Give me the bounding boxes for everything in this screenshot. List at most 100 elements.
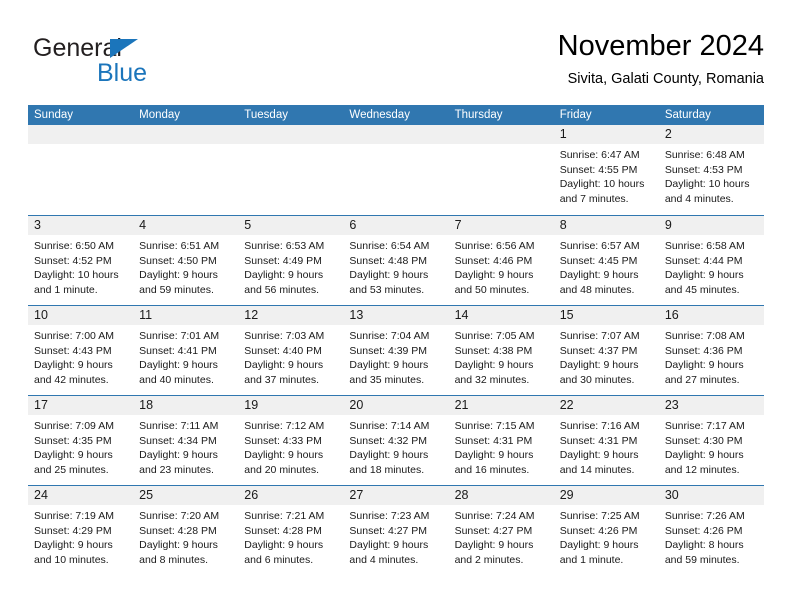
calendar-day-cell[interactable]: 14 Sunrise: 7:05 AM Sunset: 4:38 PM Dayligh… xyxy=(448,306,554,395)
day-number: 11 xyxy=(133,306,239,325)
calendar-day-cell[interactable]: 16 Sunrise: 7:08 AM Sunset: 4:36 PM Dayligh… xyxy=(658,306,764,395)
day-number: 5 xyxy=(238,216,344,235)
calendar-day-cell[interactable]: 20 Sunrise: 7:14 AM Sunset: 4:32 PM Dayligh… xyxy=(343,396,449,485)
calendar-day-cell[interactable]: 21 Sunrise: 7:15 AM Sunset: 4:31 PM Dayligh… xyxy=(448,396,554,485)
calendar-week-row: 17 Sunrise: 7:09 AM Sunset: 4:35 PM Dayligh… xyxy=(28,395,764,485)
sunset-text: Sunset: 4:55 PM xyxy=(559,163,638,176)
day-sun-info: Sunrise: 7:04 AM Sunset: 4:39 PM Daylight:… xyxy=(343,325,448,387)
day-number: 24 xyxy=(28,486,134,505)
calendar-day-cell[interactable]: 15 Sunrise: 7:07 AM Sunset: 4:37 PM Dayligh… xyxy=(553,306,659,395)
day-number: 30 xyxy=(658,486,764,505)
daylight-text: Daylight: 9 hours and 42 minutes. xyxy=(34,359,113,386)
calendar-day-cell[interactable]: 28 Sunrise: 7:24 AM Sunset: 4:27 PM Dayligh… xyxy=(448,486,554,575)
sunset-text: Sunset: 4:32 PM xyxy=(349,434,428,447)
day-sun-info: Sunrise: 7:21 AM Sunset: 4:28 PM Daylight:… xyxy=(238,505,343,567)
general-blue-logo[interactable]: General Blue xyxy=(33,34,243,92)
calendar-day-cell[interactable]: 5 Sunrise: 6:53 AM Sunset: 4:49 PM Daylight… xyxy=(238,216,344,305)
sunrise-text: Sunrise: 7:14 AM xyxy=(349,420,430,432)
calendar-day-cell[interactable]: 10 Sunrise: 7:00 AM Sunset: 4:43 PM Dayligh… xyxy=(28,306,134,395)
daylight-text: Daylight: 9 hours and 56 minutes. xyxy=(244,269,324,296)
sunrise-text: Sunrise: 6:51 AM xyxy=(139,240,220,252)
sunset-text: Sunset: 4:34 PM xyxy=(139,434,217,447)
page-title: November 2024 xyxy=(557,30,764,62)
sunrise-text: Sunrise: 7:20 AM xyxy=(139,510,220,522)
calendar-day-cell[interactable]: 2 Sunrise: 6:48 AM Sunset: 4:53 PM Daylight… xyxy=(658,125,764,215)
day-number: 6 xyxy=(343,216,449,235)
sunset-text: Sunset: 4:49 PM xyxy=(244,254,322,267)
day-number: 13 xyxy=(343,306,449,325)
day-number: 7 xyxy=(448,216,554,235)
sunrise-text: Sunrise: 7:00 AM xyxy=(34,330,114,342)
daylight-text: Daylight: 9 hours and 45 minutes. xyxy=(664,269,744,296)
day-number xyxy=(238,125,344,144)
calendar-day-cell[interactable]: 29 Sunrise: 7:25 AM Sunset: 4:26 PM Dayligh… xyxy=(553,486,659,575)
day-number: 23 xyxy=(658,396,764,415)
day-sun-info: Sunrise: 7:14 AM Sunset: 4:32 PM Daylight:… xyxy=(343,415,448,477)
day-sun-info: Sunrise: 6:54 AM Sunset: 4:48 PM Daylight:… xyxy=(343,235,448,297)
sunrise-text: Sunrise: 6:57 AM xyxy=(559,240,640,252)
calendar-day-cell[interactable]: 12 Sunrise: 7:03 AM Sunset: 4:40 PM Dayligh… xyxy=(238,306,344,395)
sunrise-text: Sunrise: 7:07 AM xyxy=(559,330,640,342)
day-number: 9 xyxy=(658,216,764,235)
day-sun-info: Sunrise: 7:00 AM Sunset: 4:43 PM Daylight:… xyxy=(28,325,133,387)
day-number: 2 xyxy=(658,125,764,144)
sunset-text: Sunset: 4:27 PM xyxy=(349,524,428,537)
day-sun-info: Sunrise: 7:20 AM Sunset: 4:28 PM Daylight:… xyxy=(133,505,238,567)
day-number: 29 xyxy=(553,486,659,505)
daylight-text: Daylight: 9 hours and 16 minutes. xyxy=(454,449,534,476)
sunset-text: Sunset: 4:40 PM xyxy=(244,344,322,357)
calendar-day-cell[interactable]: 6 Sunrise: 6:54 AM Sunset: 4:48 PM Daylight… xyxy=(343,216,449,305)
day-sun-info: Sunrise: 6:51 AM Sunset: 4:50 PM Daylight:… xyxy=(133,235,238,297)
day-number: 14 xyxy=(448,306,554,325)
sunset-text: Sunset: 4:26 PM xyxy=(559,524,638,537)
calendar-day-cell[interactable]: 13 Sunrise: 7:04 AM Sunset: 4:39 PM Dayligh… xyxy=(343,306,449,395)
sunset-text: Sunset: 4:36 PM xyxy=(664,344,743,357)
sunset-text: Sunset: 4:48 PM xyxy=(349,254,428,267)
daylight-text: Daylight: 9 hours and 23 minutes. xyxy=(139,449,218,476)
calendar-day-cell[interactable]: 7 Sunrise: 6:56 AM Sunset: 4:46 PM Daylight… xyxy=(448,216,554,305)
day-sun-info: Sunrise: 7:09 AM Sunset: 4:35 PM Daylight:… xyxy=(28,415,133,477)
calendar-day-cell[interactable]: 30 Sunrise: 7:26 AM Sunset: 4:26 PM Dayligh… xyxy=(658,486,764,575)
calendar-day-cell[interactable]: 4 Sunrise: 6:51 AM Sunset: 4:50 PM Daylight… xyxy=(133,216,239,305)
calendar-day-cell[interactable]: 24 Sunrise: 7:19 AM Sunset: 4:29 PM Dayligh… xyxy=(28,486,134,575)
daylight-text: Daylight: 9 hours and 10 minutes. xyxy=(34,539,113,566)
daylight-text: Daylight: 9 hours and 6 minutes. xyxy=(244,539,324,566)
sunset-text: Sunset: 4:38 PM xyxy=(454,344,533,357)
calendar-day-cell[interactable]: 9 Sunrise: 6:58 AM Sunset: 4:44 PM Daylight… xyxy=(658,216,764,305)
calendar-day-cell[interactable]: 22 Sunrise: 7:16 AM Sunset: 4:31 PM Dayligh… xyxy=(553,396,659,485)
day-sun-info: Sunrise: 7:03 AM Sunset: 4:40 PM Daylight:… xyxy=(238,325,343,387)
sunset-text: Sunset: 4:35 PM xyxy=(34,434,112,447)
day-number: 3 xyxy=(28,216,134,235)
sunset-text: Sunset: 4:33 PM xyxy=(244,434,322,447)
sunrise-text: Sunrise: 7:21 AM xyxy=(244,510,325,522)
daylight-text: Daylight: 9 hours and 37 minutes. xyxy=(244,359,324,386)
sunset-text: Sunset: 4:46 PM xyxy=(454,254,533,267)
calendar-day-cell[interactable]: 3 Sunrise: 6:50 AM Sunset: 4:52 PM Daylight… xyxy=(28,216,134,305)
weekday-header-friday: Friday xyxy=(559,109,592,121)
calendar-day-cell[interactable]: 17 Sunrise: 7:09 AM Sunset: 4:35 PM Dayligh… xyxy=(28,396,134,485)
calendar-day-cell-empty xyxy=(133,125,239,215)
day-sun-info: Sunrise: 6:56 AM Sunset: 4:46 PM Daylight:… xyxy=(449,235,554,297)
calendar-day-cell[interactable]: 11 Sunrise: 7:01 AM Sunset: 4:41 PM Dayligh… xyxy=(133,306,239,395)
calendar-day-cell[interactable]: 27 Sunrise: 7:23 AM Sunset: 4:27 PM Dayligh… xyxy=(343,486,449,575)
sunset-text: Sunset: 4:39 PM xyxy=(349,344,428,357)
calendar-day-cell[interactable]: 1 Sunrise: 6:47 AM Sunset: 4:55 PM Daylight… xyxy=(553,125,659,215)
daylight-text: Daylight: 9 hours and 12 minutes. xyxy=(664,449,744,476)
sunset-text: Sunset: 4:41 PM xyxy=(139,344,217,357)
sunrise-text: Sunrise: 7:23 AM xyxy=(349,510,430,522)
day-sun-info: Sunrise: 6:57 AM Sunset: 4:45 PM Daylight:… xyxy=(554,235,659,297)
calendar-day-cell[interactable]: 25 Sunrise: 7:20 AM Sunset: 4:28 PM Dayligh… xyxy=(133,486,239,575)
sunset-text: Sunset: 4:30 PM xyxy=(664,434,743,447)
calendar-day-cell[interactable]: 26 Sunrise: 7:21 AM Sunset: 4:28 PM Dayligh… xyxy=(238,486,344,575)
calendar-day-cell[interactable]: 19 Sunrise: 7:12 AM Sunset: 4:33 PM Dayligh… xyxy=(238,396,344,485)
day-sun-info: Sunrise: 6:47 AM Sunset: 4:55 PM Daylight:… xyxy=(554,144,659,206)
daylight-text: Daylight: 9 hours and 18 minutes. xyxy=(349,449,429,476)
calendar-day-cell[interactable]: 8 Sunrise: 6:57 AM Sunset: 4:45 PM Daylight… xyxy=(553,216,659,305)
calendar-day-cell[interactable]: 23 Sunrise: 7:17 AM Sunset: 4:30 PM Dayligh… xyxy=(658,396,764,485)
weekday-header-monday: Monday xyxy=(139,109,181,121)
calendar-day-cell-empty xyxy=(448,125,554,215)
sunrise-text: Sunrise: 6:56 AM xyxy=(454,240,535,252)
calendar-day-cell[interactable]: 18 Sunrise: 7:11 AM Sunset: 4:34 PM Dayligh… xyxy=(133,396,239,485)
weekday-header-row: Sunday Monday Tuesday Wednesday Thursday Frid… xyxy=(28,105,764,125)
sunrise-text: Sunrise: 7:09 AM xyxy=(34,420,114,432)
